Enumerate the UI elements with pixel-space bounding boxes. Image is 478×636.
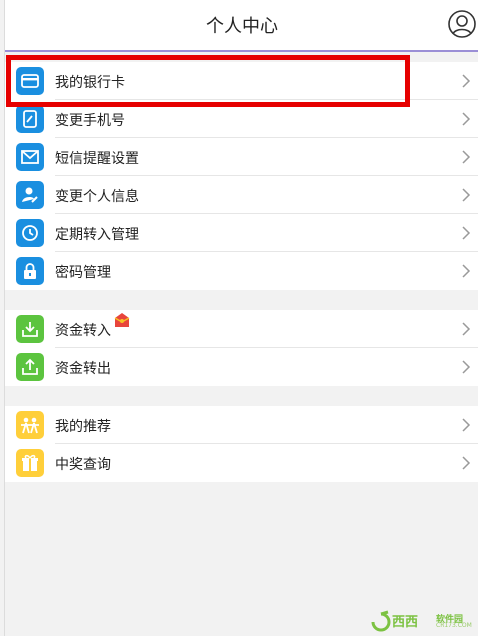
rewards-group: 我的推荐 中奖查询 [5, 406, 478, 482]
list-item-label: 定期转入管理 [55, 227, 139, 243]
chevron-right-icon [462, 456, 471, 470]
list-item-change-phone[interactable]: 变更手机号 [5, 100, 478, 138]
list-item-fund-out[interactable]: 资金转出 [5, 348, 478, 386]
list-item-label: 中奖查询 [55, 457, 111, 473]
list-item-label: 变更手机号 [55, 113, 125, 129]
chevron-right-icon [462, 150, 471, 164]
list-item-label: 密码管理 [55, 265, 111, 281]
watermark-leaf-icon [371, 610, 391, 632]
chevron-right-icon [462, 188, 471, 202]
red-envelope-icon [114, 313, 130, 327]
watermark-logo: 西西 软件园 CR173.COM [370, 610, 472, 632]
lock-icon [16, 257, 44, 285]
list-item-recommend[interactable]: 我的推荐 [5, 406, 478, 444]
chevron-right-icon [462, 360, 471, 374]
phone-edit-icon [16, 105, 44, 133]
list-item-prize-query[interactable]: 中奖查询 [5, 444, 478, 482]
clock-icon [16, 219, 44, 247]
list-item-scheduled-transfer[interactable]: 定期转入管理 [5, 214, 478, 252]
watermark-brand: 西西 [392, 615, 419, 630]
user-edit-icon [16, 181, 44, 209]
chevron-right-icon [462, 264, 471, 278]
list-item-label: 变更个人信息 [55, 189, 139, 205]
chevron-right-icon [462, 112, 471, 126]
list-item-fund-in[interactable]: 资金转入 [5, 310, 478, 348]
envelope-icon [16, 143, 44, 171]
list-item-label: 短信提醒设置 [55, 151, 139, 167]
chevron-right-icon [462, 74, 471, 88]
chevron-right-icon [462, 226, 471, 240]
funds-group: 资金转入 资金转出 [5, 310, 478, 386]
list-item-label: 我的推荐 [55, 419, 111, 435]
list-item-personal-info[interactable]: 变更个人信息 [5, 176, 478, 214]
list-item-sms-reminder[interactable]: 短信提醒设置 [5, 138, 478, 176]
upload-tray-icon [16, 353, 44, 381]
chevron-right-icon [462, 322, 471, 336]
list-item-label: 我的银行卡 [55, 75, 125, 91]
user-avatar-icon[interactable] [447, 9, 477, 39]
watermark-url: CR173.COM [436, 622, 472, 629]
page-title: 个人中心 [206, 16, 278, 37]
list-item-label: 资金转出 [55, 361, 111, 377]
chevron-right-icon [462, 418, 471, 432]
list-item-bank-card[interactable]: 我的银行卡 [5, 62, 478, 100]
download-tray-icon [16, 315, 44, 343]
bank-card-icon [16, 67, 44, 95]
list-item-password[interactable]: 密码管理 [5, 252, 478, 290]
app-frame: 个人中心 我的银行卡 变更手机号 短信提醒设置 变更个人信息 定期转入管理 密码… [4, 0, 478, 636]
header-bar: 个人中心 [5, 0, 478, 52]
gift-icon [16, 449, 44, 477]
list-item-label: 资金转入 [55, 323, 111, 339]
account-settings-group: 我的银行卡 变更手机号 短信提醒设置 变更个人信息 定期转入管理 密码管理 [5, 62, 478, 290]
people-recommend-icon [16, 411, 44, 439]
